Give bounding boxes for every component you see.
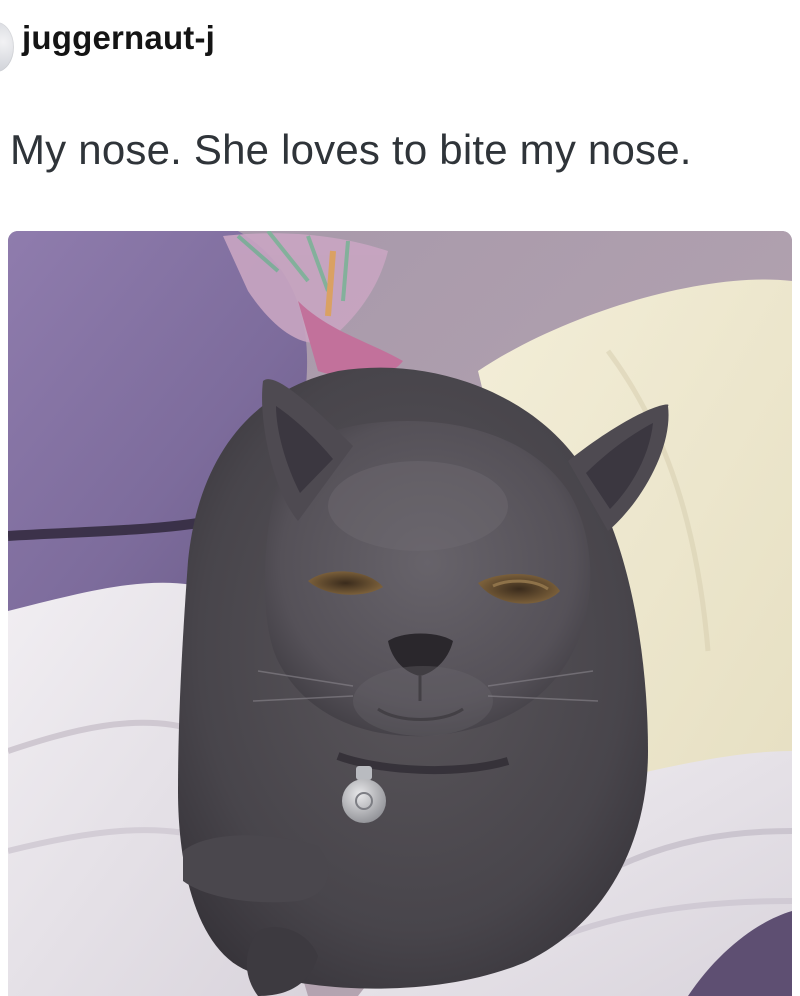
post-caption: My nose. She loves to bite my nose. [10,126,692,173]
post-card: juggernaut-j My nose. She loves to bite … [0,0,800,996]
username-link[interactable]: juggernaut-j [22,18,215,58]
user-avatar-icon[interactable] [0,22,14,72]
post-photo[interactable] [8,231,792,996]
cat-photo-illustration [8,231,792,996]
